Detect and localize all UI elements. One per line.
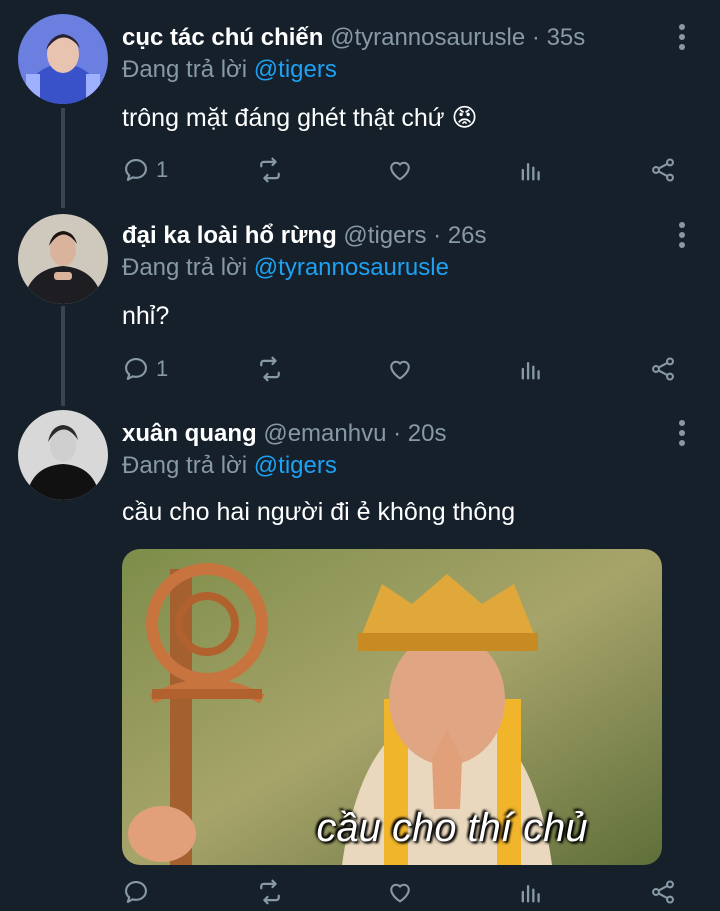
tweet[interactable]: cục tác chú chiến @tyrannosaurusle · 35s…	[0, 0, 720, 200]
share-icon	[652, 357, 674, 381]
tweet[interactable]: đại ka loài hổ rừng @tigers · 26s Đang t…	[0, 200, 720, 398]
replying-to: Đang trả lời @tigers	[122, 452, 337, 480]
reply-count: 1	[156, 157, 169, 182]
more-icon[interactable]	[672, 220, 692, 250]
replying-label: Đang trả lời	[122, 254, 248, 281]
timestamp[interactable]: 26s	[448, 222, 487, 249]
replying-label: Đang trả lời	[122, 56, 248, 83]
replying-label: Đang trả lời	[122, 452, 248, 479]
like-icon	[390, 161, 410, 181]
user-handle[interactable]: @tigers	[343, 222, 426, 249]
more-icon[interactable]	[672, 22, 692, 52]
replying-to: Đang trả lời @tyrannosaurusle	[122, 254, 449, 282]
display-name[interactable]: xuân quang	[122, 420, 257, 447]
more-icon[interactable]	[672, 418, 692, 448]
display-name[interactable]: đại ka loài hổ rừng	[122, 222, 337, 249]
reply-icon	[125, 159, 147, 181]
retweet-icon	[260, 879, 280, 905]
tweet-media-image[interactable]: cầu cho thí chủ	[122, 549, 662, 865]
tweet-header: đại ka loài hổ rừng @tigers · 26s	[122, 222, 487, 250]
tweet-header: xuân quang @emanhvu · 20s	[122, 420, 446, 448]
reply-mention-link[interactable]: @tigers	[254, 56, 337, 83]
timestamp[interactable]: 20s	[408, 420, 447, 447]
tweet-text: nhỉ?	[122, 302, 170, 330]
share-button[interactable]	[649, 874, 677, 910]
analytics-button[interactable]	[517, 874, 545, 910]
retweet-icon	[260, 356, 280, 382]
reply-count: 1	[156, 356, 169, 381]
action-bar: 1	[122, 152, 682, 188]
share-button[interactable]	[649, 152, 677, 188]
share-icon	[652, 158, 674, 182]
separator: ·	[433, 222, 442, 249]
analytics-button[interactable]	[517, 152, 545, 188]
action-bar	[122, 874, 682, 910]
media-caption: cầu cho thí chủ	[316, 806, 588, 850]
reply-button[interactable]: 1	[122, 351, 168, 387]
like-button[interactable]	[386, 351, 414, 387]
separator: ·	[531, 24, 540, 51]
share-button[interactable]	[649, 351, 677, 387]
avatar[interactable]	[18, 410, 108, 500]
action-bar: 1	[122, 351, 682, 387]
retweet-button[interactable]	[255, 351, 285, 387]
analytics-icon	[521, 885, 540, 903]
retweet-icon	[260, 157, 280, 183]
share-icon	[652, 880, 674, 904]
tweet-text: trông mặt đáng ghét thật chứ 😡	[122, 104, 478, 132]
like-icon	[390, 883, 410, 903]
reply-mention-link[interactable]: @tigers	[254, 452, 337, 479]
replying-to: Đang trả lời @tigers	[122, 56, 337, 84]
retweet-button[interactable]	[255, 874, 285, 910]
analytics-icon	[521, 163, 540, 181]
reply-mention-link[interactable]: @tyrannosaurusle	[254, 254, 449, 281]
user-handle[interactable]: @tyrannosaurusle	[330, 24, 525, 51]
reply-button[interactable]	[122, 874, 156, 910]
like-icon	[390, 360, 410, 380]
user-handle[interactable]: @emanhvu	[263, 420, 386, 447]
reply-icon	[125, 358, 147, 380]
separator: ·	[393, 420, 402, 447]
analytics-button[interactable]	[517, 351, 545, 387]
like-button[interactable]	[386, 874, 414, 910]
analytics-icon	[521, 362, 540, 380]
avatar[interactable]	[18, 14, 108, 104]
like-button[interactable]	[386, 152, 414, 188]
tweet-text: cầu cho hai người đi ẻ không thông	[122, 498, 516, 526]
timestamp[interactable]: 35s	[547, 24, 586, 51]
avatar[interactable]	[18, 214, 108, 304]
reply-icon	[125, 881, 147, 903]
tweet-header: cục tác chú chiến @tyrannosaurusle · 35s	[122, 24, 585, 52]
display-name[interactable]: cục tác chú chiến	[122, 24, 323, 51]
retweet-button[interactable]	[255, 152, 285, 188]
reply-button[interactable]: 1	[122, 152, 168, 188]
